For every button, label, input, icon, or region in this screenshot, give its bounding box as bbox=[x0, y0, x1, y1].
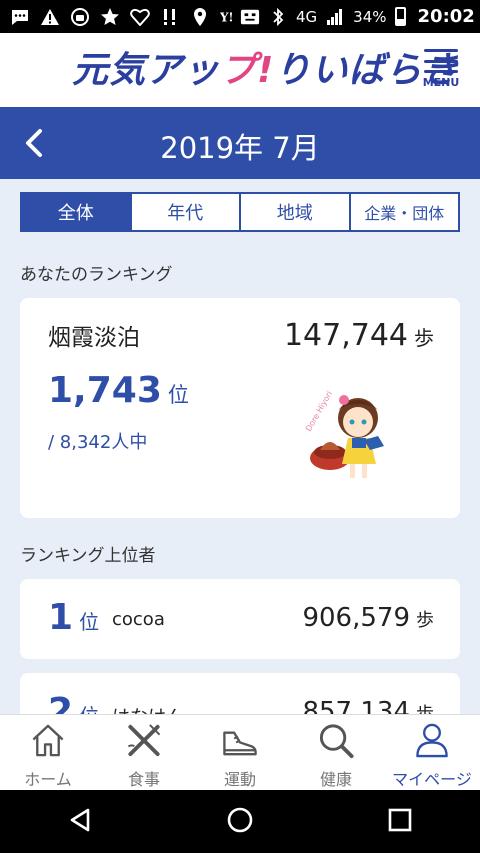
row-steps-value: 906,579 bbox=[302, 603, 410, 633]
nav-mypage-label: マイページ bbox=[392, 770, 472, 789]
row-name: cocoa bbox=[112, 609, 165, 630]
system-nav-bar bbox=[0, 790, 480, 853]
menu-label: MENU bbox=[422, 76, 460, 89]
android-icon bbox=[70, 7, 90, 27]
menu-button[interactable]: MENU bbox=[418, 49, 464, 95]
circle-home-icon bbox=[227, 807, 253, 832]
top-ranking-heading: ランキング上位者 bbox=[20, 546, 156, 566]
star-icon bbox=[100, 7, 120, 27]
nav-meal[interactable]: 食事 bbox=[96, 715, 192, 790]
row-rank-value: 1 bbox=[48, 597, 74, 638]
svg-text:Y!: Y! bbox=[220, 10, 234, 24]
system-home-button[interactable] bbox=[226, 806, 254, 838]
avatar: Dore Hiyori bbox=[304, 390, 384, 478]
my-ranking-heading: あなたのランキング bbox=[20, 265, 173, 285]
system-status: 4G 34% 20:02 bbox=[240, 6, 475, 27]
yahoo-icon: Y! bbox=[220, 7, 240, 27]
app-logo[interactable]: 元気アップ!りいばらき bbox=[72, 41, 459, 101]
nav-exercise-label: 運動 bbox=[223, 770, 256, 789]
my-name: 烟霞淡泊 bbox=[48, 325, 140, 351]
tab-age[interactable]: 年代 bbox=[129, 194, 239, 230]
exclamation-icon bbox=[160, 7, 180, 27]
battery-icon bbox=[394, 7, 406, 26]
tab-region[interactable]: 地域 bbox=[239, 194, 349, 230]
nav-health-label: 健康 bbox=[319, 770, 352, 789]
nav-exercise[interactable]: 運動 bbox=[192, 715, 288, 790]
status-bar: Y! 4G 34% 20:02 bbox=[0, 0, 480, 33]
hamburger-icon bbox=[424, 49, 458, 73]
triangle-back-icon bbox=[70, 808, 90, 831]
tab-all[interactable]: 全体 bbox=[22, 194, 130, 230]
logo-main-text: 元気アッ bbox=[72, 50, 221, 91]
person-icon bbox=[416, 723, 448, 758]
home-icon bbox=[32, 724, 64, 757]
svg-text:Dore Hiyori: Dore Hiyori bbox=[304, 390, 334, 433]
notification-icons: Y! bbox=[10, 7, 240, 27]
clock: 20:02 bbox=[417, 6, 475, 27]
row-rank: 1位 bbox=[48, 597, 99, 638]
my-ranking-card: 烟霞淡泊 147,744 歩 1,743 位 / 8,342人中 Dore Hiyo… bbox=[20, 298, 460, 518]
search-icon bbox=[319, 724, 354, 759]
nav-home-label: ホーム bbox=[24, 770, 72, 789]
bluetooth-icon bbox=[268, 7, 288, 27]
system-recents-button[interactable] bbox=[386, 806, 414, 838]
location-icon bbox=[190, 7, 210, 27]
message-icon bbox=[10, 7, 30, 27]
my-steps: 147,744 歩 bbox=[284, 318, 434, 353]
square-recents-icon bbox=[388, 808, 412, 831]
tab-organization[interactable]: 企業・団体 bbox=[348, 194, 458, 230]
face-icon bbox=[240, 7, 260, 27]
nav-mypage[interactable]: マイページ bbox=[384, 715, 480, 790]
my-steps-unit: 歩 bbox=[414, 326, 434, 350]
logo-accent-text: プ! bbox=[220, 50, 275, 91]
heart-icon bbox=[130, 7, 150, 27]
my-steps-value: 147,744 bbox=[283, 318, 408, 353]
system-back-button[interactable] bbox=[66, 806, 94, 838]
warning-icon bbox=[40, 7, 60, 27]
ranking-tabs: 全体 年代 地域 企業・団体 bbox=[20, 192, 460, 232]
battery-percent: 34% bbox=[353, 7, 387, 26]
row-steps-unit: 歩 bbox=[416, 610, 434, 631]
signal-icon bbox=[325, 7, 345, 27]
nav-meal-label: 食事 bbox=[127, 770, 160, 789]
fork-knife-icon bbox=[127, 724, 161, 757]
nav-home[interactable]: ホーム bbox=[0, 715, 96, 790]
ranking-row[interactable]: 1位 cocoa 906,579 歩 bbox=[20, 579, 460, 659]
my-rank: 1,743 位 bbox=[48, 370, 189, 411]
app-header: 元気アップ!りいばらき MENU bbox=[0, 33, 480, 107]
bottom-nav: ホーム 食事 運動 健康 マイページ bbox=[0, 714, 480, 790]
my-rank-value: 1,743 bbox=[48, 370, 162, 411]
nav-health[interactable]: 健康 bbox=[288, 715, 384, 790]
period-bar: 2019年 7月 bbox=[0, 107, 480, 179]
network-type: 4G bbox=[296, 7, 318, 26]
row-rank-unit: 位 bbox=[79, 610, 100, 634]
period-title: 2019年 7月 bbox=[160, 131, 320, 165]
row-steps: 906,579 歩 bbox=[302, 603, 434, 633]
my-total: / 8,342人中 bbox=[48, 432, 148, 453]
my-rank-unit: 位 bbox=[167, 383, 189, 407]
shoe-icon bbox=[223, 731, 257, 756]
